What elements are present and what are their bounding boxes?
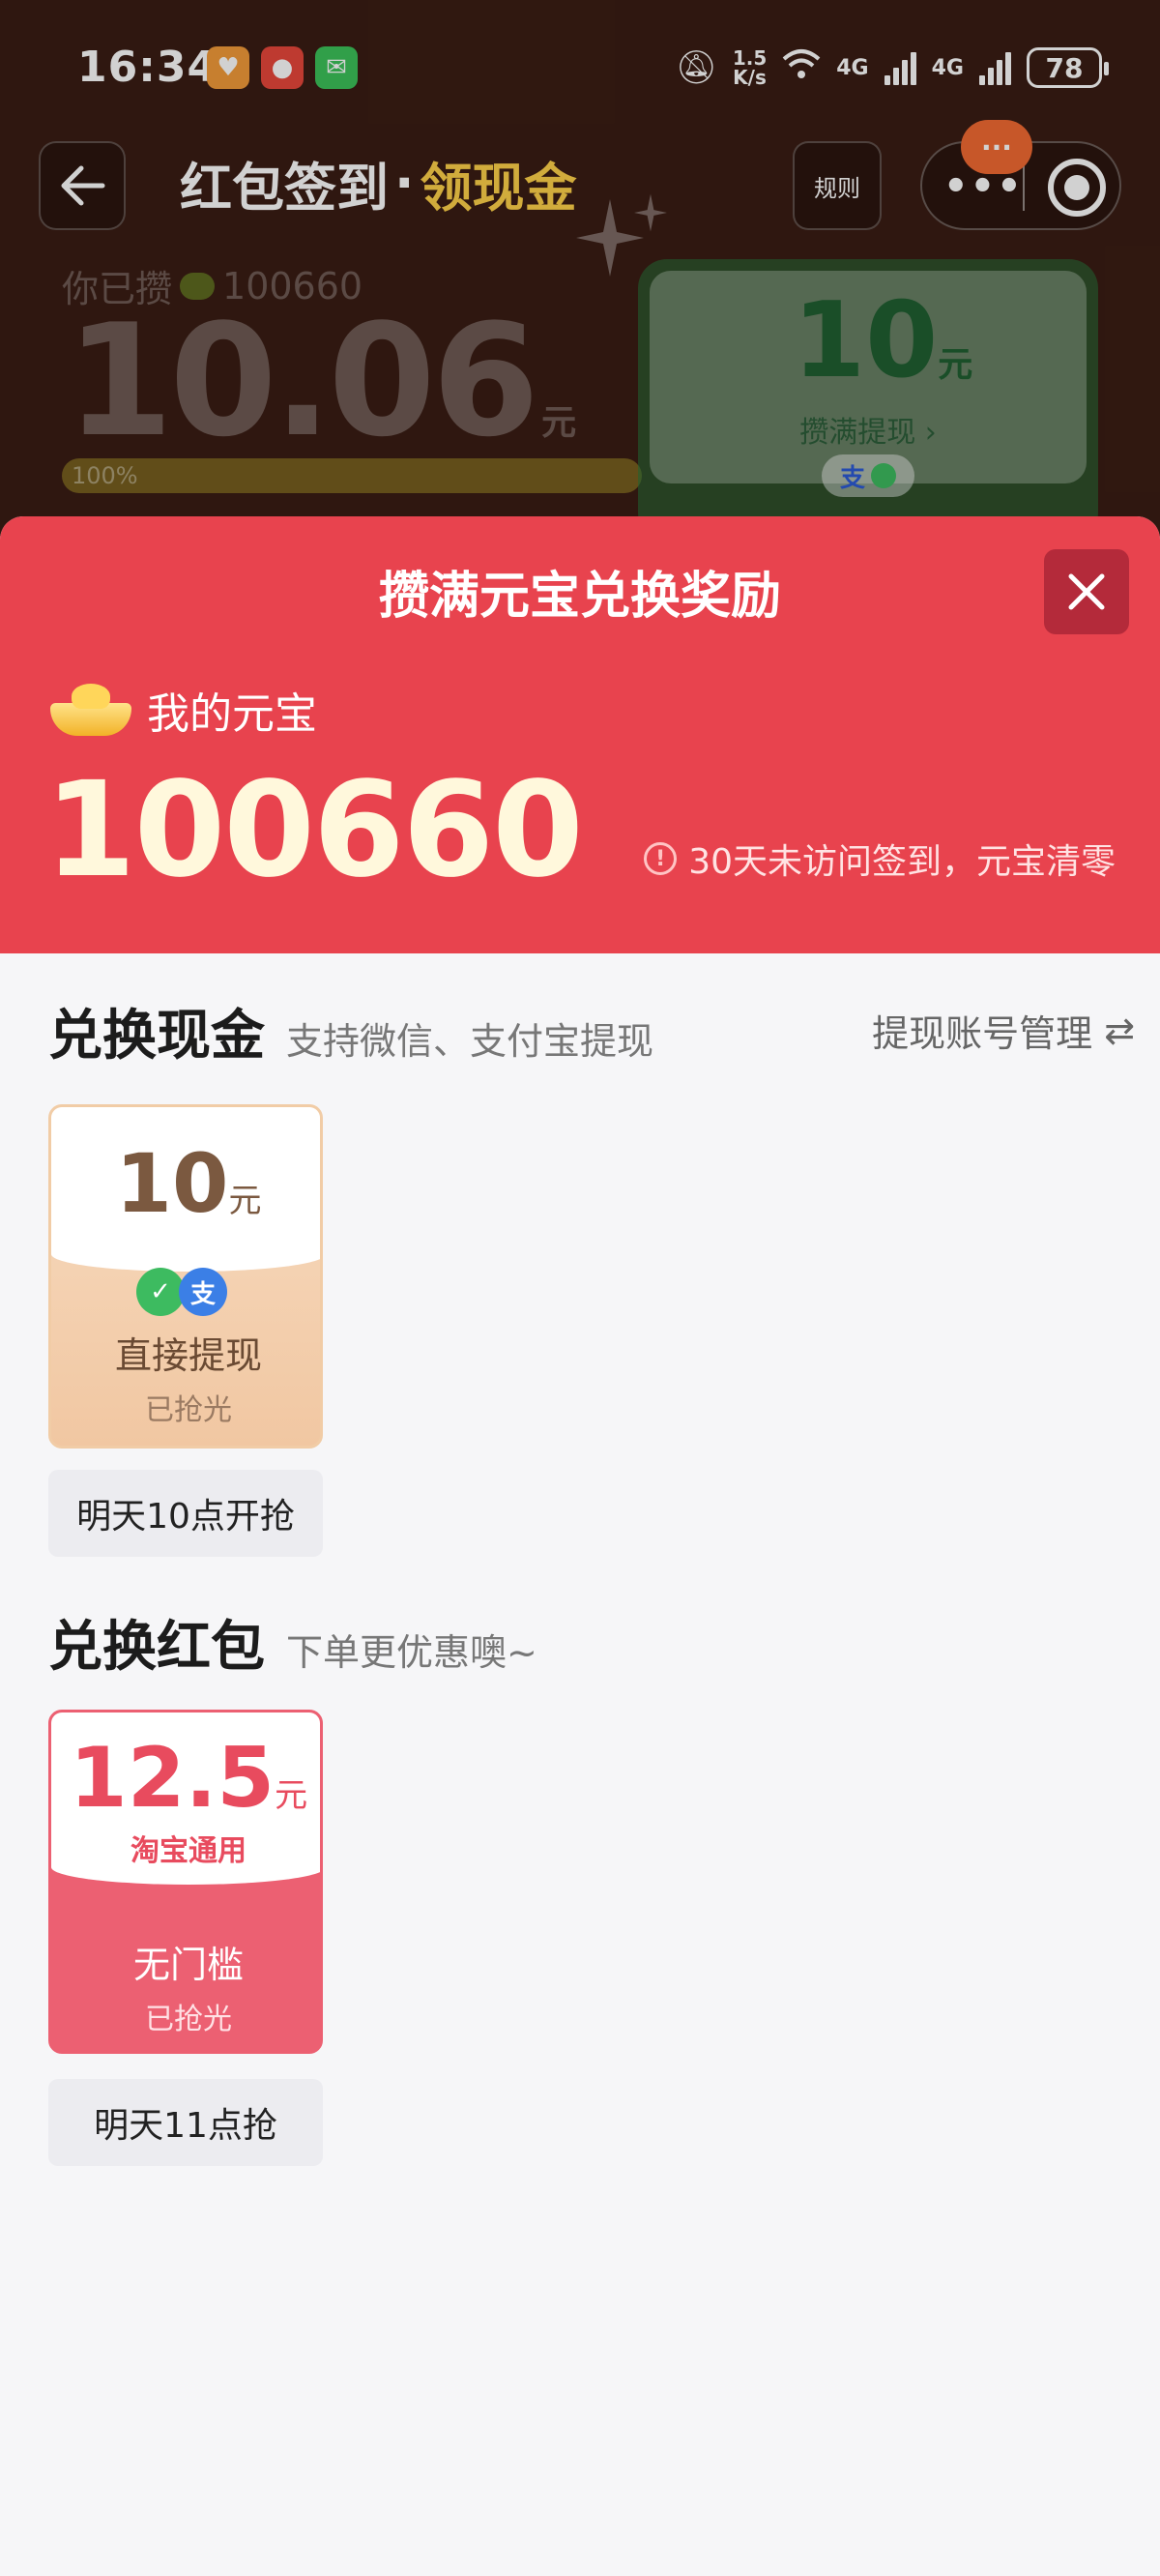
sheet-body: 兑换现金 支持微信、支付宝提现 提现账号管理 ⇄ 10元 ✓ 支 直接提现 已抢… bbox=[0, 953, 1160, 2576]
account-management-link[interactable]: 提现账号管理 ⇄ bbox=[872, 1004, 1135, 1057]
redpacket-section-header: 兑换红包 下单更优惠噢~ bbox=[48, 1603, 537, 1682]
redpacket-card-status: 已抢光 bbox=[145, 2003, 232, 2036]
cash-section-header: 兑换现金 支持微信、支付宝提现 bbox=[48, 992, 653, 1070]
cash-section-title: 兑换现金 bbox=[48, 1005, 265, 1068]
redpacket-time-chip: 明天11点抢 bbox=[48, 2079, 323, 2166]
cash-card-unit: 元 bbox=[228, 1182, 262, 1220]
cash-reward-card[interactable]: 10元 ✓ 支 直接提现 已抢光 bbox=[48, 1104, 323, 1449]
yuanbao-balance: 100660 bbox=[44, 754, 584, 907]
redpacket-card-unit: 元 bbox=[275, 1776, 308, 1815]
payment-icons: ✓ 支 bbox=[136, 1268, 227, 1316]
my-yuanbao-label: 我的元宝 bbox=[50, 679, 317, 741]
redpacket-section-title: 兑换红包 bbox=[48, 1616, 265, 1679]
cash-time-chip: 明天10点开抢 bbox=[48, 1470, 323, 1557]
swap-icon: ⇄ bbox=[1104, 1009, 1135, 1052]
redpacket-reward-card[interactable]: 12.5元 淘宝通用 无门槛 已抢光 bbox=[48, 1710, 323, 2054]
my-yuanbao-text: 我的元宝 bbox=[147, 689, 317, 739]
modal-overlay[interactable] bbox=[0, 0, 1160, 542]
close-button[interactable] bbox=[1044, 549, 1129, 634]
expire-note: ! 30天未访问签到，元宝清零 bbox=[644, 834, 1116, 884]
alipay-icon: 支 bbox=[179, 1268, 227, 1316]
cash-card-amount: 10元 bbox=[51, 1136, 320, 1231]
sheet-header: 攒满元宝兑换奖励 我的元宝 100660 ! 30天未访问签到，元宝清零 bbox=[0, 516, 1160, 953]
sheet-title: 攒满元宝兑换奖励 bbox=[378, 568, 781, 626]
redpacket-card-scope: 淘宝通用 bbox=[130, 1834, 246, 1868]
gold-ingot-icon bbox=[50, 684, 131, 736]
redpacket-card-amount: 12.5元 bbox=[51, 1730, 320, 1827]
exchange-sheet: 攒满元宝兑换奖励 我的元宝 100660 ! 30天未访问签到，元宝清零 兑换现… bbox=[0, 516, 1160, 2576]
warning-icon: ! bbox=[644, 842, 678, 875]
redpacket-card-label: 无门槛 bbox=[132, 1944, 244, 1986]
wechat-pay-icon: ✓ bbox=[136, 1268, 185, 1316]
expire-note-text: 30天未访问签到，元宝清零 bbox=[688, 842, 1116, 882]
redpacket-card-amount-value: 12.5 bbox=[69, 1730, 276, 1827]
redpacket-section-subtitle: 下单更优惠噢~ bbox=[286, 1631, 537, 1674]
cash-card-amount-value: 10 bbox=[115, 1136, 229, 1231]
close-icon bbox=[1068, 573, 1105, 610]
cash-section-subtitle: 支持微信、支付宝提现 bbox=[286, 1020, 654, 1063]
account-management-label: 提现账号管理 bbox=[872, 1012, 1093, 1055]
cash-card-status: 已抢光 bbox=[145, 1393, 232, 1427]
cash-card-label: 直接提现 bbox=[114, 1334, 262, 1377]
background-page: 16:34 ♥ ● ✉ 🔕︎ 1.5 K/s 4G 4G 78 红包签到 · 领… bbox=[0, 0, 1160, 542]
